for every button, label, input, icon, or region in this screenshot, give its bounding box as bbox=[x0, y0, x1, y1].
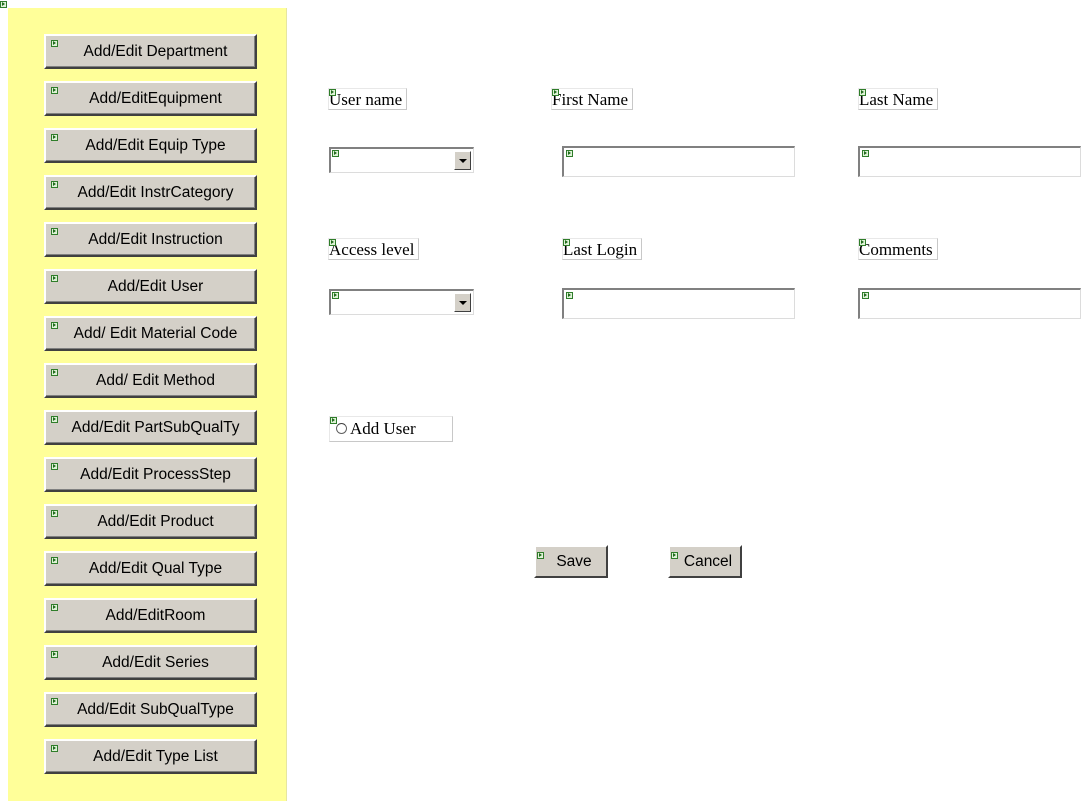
add-user-radio-label: Add User bbox=[350, 419, 416, 438]
button-label: Add/Edit ProcessStep bbox=[80, 466, 231, 483]
radio-icon[interactable] bbox=[336, 423, 347, 434]
first-name-label: First Name bbox=[551, 88, 634, 110]
add-edit-type-list-button[interactable]: Add/Edit Type List bbox=[44, 739, 257, 774]
chevron-down-icon[interactable] bbox=[454, 151, 471, 170]
design-marker-icon bbox=[566, 292, 573, 299]
design-marker-icon bbox=[0, 1, 7, 8]
design-marker-icon bbox=[329, 89, 336, 96]
add-edit-user-button[interactable]: Add/Edit User bbox=[44, 269, 257, 304]
add-edit-series-button[interactable]: Add/Edit Series bbox=[44, 645, 257, 680]
button-label: Add/ Edit Method bbox=[96, 372, 215, 389]
button-label: Add/Edit Qual Type bbox=[88, 560, 223, 577]
design-marker-icon bbox=[51, 604, 58, 611]
access-level-label: Access level bbox=[328, 238, 420, 260]
button-label: Add/Edit PartSubQualTy bbox=[71, 419, 240, 436]
add-edit-room-button[interactable]: Add/EditRoom bbox=[44, 598, 257, 633]
button-label: Add/ Edit Material Code bbox=[73, 325, 238, 342]
design-marker-icon bbox=[332, 292, 339, 299]
design-marker-icon bbox=[552, 89, 559, 96]
add-edit-product-button[interactable]: Add/Edit Product bbox=[44, 504, 257, 539]
design-marker-icon bbox=[862, 292, 869, 299]
design-marker-icon bbox=[332, 150, 339, 157]
button-label: Add/Edit InstrCategory bbox=[77, 184, 234, 201]
button-label: Add/Edit Department bbox=[83, 43, 228, 60]
design-marker-icon bbox=[862, 150, 869, 157]
design-marker-icon bbox=[329, 239, 336, 246]
add-edit-equipment-button[interactable]: Add/EditEquipment bbox=[44, 81, 257, 116]
user-name-label: User name bbox=[328, 88, 408, 110]
design-marker-icon bbox=[51, 228, 58, 235]
add-user-radio[interactable]: Add User bbox=[329, 416, 453, 442]
button-label: Add/Edit User bbox=[107, 278, 204, 295]
last-name-label: Last Name bbox=[858, 88, 939, 110]
design-marker-icon bbox=[51, 322, 58, 329]
design-marker-icon bbox=[671, 552, 678, 559]
button-label: Add/EditRoom bbox=[105, 607, 206, 624]
add-edit-qual-type-button[interactable]: Add/Edit Qual Type bbox=[44, 551, 257, 586]
add-edit-part-sub-qual-type-button[interactable]: Add/Edit PartSubQualTy bbox=[44, 410, 257, 445]
design-marker-icon bbox=[330, 417, 337, 424]
add-edit-instruction-button[interactable]: Add/Edit Instruction bbox=[44, 222, 257, 257]
design-marker-icon bbox=[51, 40, 58, 47]
user-name-select[interactable] bbox=[329, 147, 474, 173]
last-login-input[interactable] bbox=[562, 288, 795, 319]
design-marker-icon bbox=[859, 89, 866, 96]
save-button-label: Save bbox=[556, 553, 592, 570]
design-marker-icon bbox=[51, 463, 58, 470]
comments-input[interactable] bbox=[858, 288, 1081, 319]
button-label: Add/Edit Equip Type bbox=[85, 137, 226, 154]
design-marker-icon bbox=[51, 651, 58, 658]
last-login-label: Last Login bbox=[562, 238, 643, 260]
button-label: Add/Edit Type List bbox=[93, 748, 218, 765]
button-label: Add/Edit Instruction bbox=[88, 231, 223, 248]
design-marker-icon bbox=[537, 552, 544, 559]
last-login-label-text: Last Login bbox=[563, 240, 638, 259]
button-label: Add/EditEquipment bbox=[89, 90, 222, 107]
design-marker-icon bbox=[51, 87, 58, 94]
design-marker-icon bbox=[51, 510, 58, 517]
chevron-down-icon[interactable] bbox=[454, 293, 471, 312]
add-edit-sub-qual-type-button[interactable]: Add/Edit SubQualType bbox=[44, 692, 257, 727]
add-edit-department-button[interactable]: Add/Edit Department bbox=[44, 34, 257, 69]
add-edit-instr-category-button[interactable]: Add/Edit InstrCategory bbox=[44, 175, 257, 210]
comments-label-text: Comments bbox=[859, 240, 933, 259]
last-name-input[interactable] bbox=[858, 146, 1081, 177]
first-name-label-text: First Name bbox=[552, 90, 629, 109]
user-name-label-text: User name bbox=[329, 90, 403, 109]
button-label: Add/Edit Series bbox=[102, 654, 209, 671]
design-marker-icon bbox=[51, 557, 58, 564]
page: Add/Edit Department Add/EditEquipment Ad… bbox=[0, 0, 1081, 801]
add-edit-equip-type-button[interactable]: Add/Edit Equip Type bbox=[44, 128, 257, 163]
access-level-label-text: Access level bbox=[329, 240, 415, 259]
design-marker-icon bbox=[51, 369, 58, 376]
design-marker-icon bbox=[859, 239, 866, 246]
comments-label: Comments bbox=[858, 238, 938, 260]
design-marker-icon bbox=[51, 134, 58, 141]
button-label: Add/Edit SubQualType bbox=[77, 701, 234, 718]
last-name-label-text: Last Name bbox=[859, 90, 934, 109]
design-marker-icon bbox=[51, 698, 58, 705]
sidebar: Add/Edit Department Add/EditEquipment Ad… bbox=[8, 8, 287, 801]
design-marker-icon bbox=[563, 239, 570, 246]
design-marker-icon bbox=[51, 416, 58, 423]
add-edit-material-code-button[interactable]: Add/ Edit Material Code bbox=[44, 316, 257, 351]
design-marker-icon bbox=[51, 745, 58, 752]
add-edit-process-step-button[interactable]: Add/Edit ProcessStep bbox=[44, 457, 257, 492]
design-marker-icon bbox=[566, 150, 573, 157]
button-label: Add/Edit Product bbox=[97, 513, 214, 530]
add-edit-method-button[interactable]: Add/ Edit Method bbox=[44, 363, 257, 398]
design-marker-icon bbox=[51, 275, 58, 282]
save-button[interactable]: Save bbox=[534, 545, 608, 578]
first-name-input[interactable] bbox=[562, 146, 795, 177]
cancel-button-label: Cancel bbox=[683, 553, 733, 570]
cancel-button[interactable]: Cancel bbox=[668, 545, 742, 578]
access-level-select[interactable] bbox=[329, 289, 474, 315]
design-marker-icon bbox=[51, 181, 58, 188]
